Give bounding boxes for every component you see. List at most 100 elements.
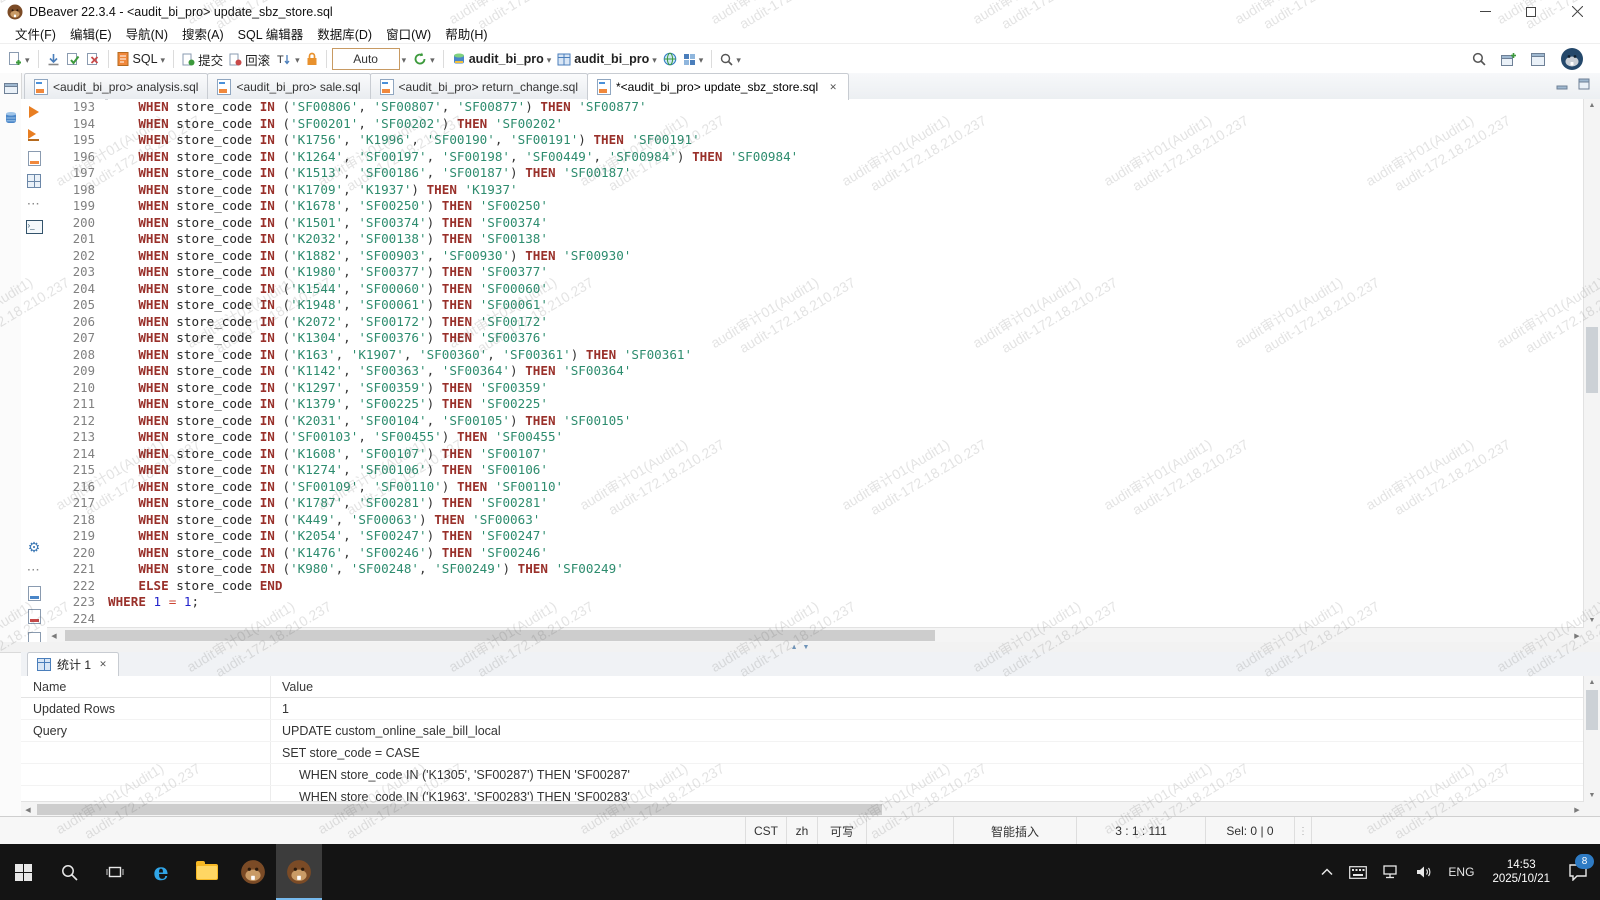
menu-item[interactable]: 导航(N)	[119, 24, 175, 43]
down-arrow-button[interactable]	[44, 51, 63, 68]
taskbar-search-button[interactable]	[46, 844, 92, 900]
maximize-editor-area-button[interactable]	[1578, 77, 1590, 95]
open-console-button[interactable]	[26, 219, 43, 235]
code-line[interactable]: WHEN store_code IN ('K1756', 'K1996', 'S…	[108, 132, 1583, 149]
file-explorer-button[interactable]	[184, 844, 230, 900]
code-line[interactable]: WHEN store_code IN ('K1948', 'SF00061') …	[108, 297, 1583, 314]
table-row[interactable]: SET store_code = CASE	[21, 742, 1584, 764]
menu-item[interactable]: 搜索(A)	[175, 24, 231, 43]
maximize-button[interactable]	[1508, 0, 1554, 23]
table-row[interactable]: WHEN store_code IN ('K1963', 'SF00283') …	[21, 786, 1584, 801]
table-row[interactable]: QueryUPDATE custom_online_sale_bill_loca…	[21, 720, 1584, 742]
editor-vertical-scrollbar[interactable]: ▲ ▼	[1583, 99, 1600, 627]
editor-tab[interactable]: <audit_bi_pro> sale.sql	[207, 73, 370, 99]
code-line[interactable]: WHEN store_code IN ('K163', 'K1907', 'SF…	[108, 347, 1583, 364]
touch-keyboard-icon[interactable]	[1341, 866, 1375, 879]
scroll-up-arrow-icon[interactable]: ▲	[1584, 676, 1600, 688]
result-name-cell[interactable]	[21, 742, 271, 763]
code-line[interactable]: WHEN store_code IN ('K1709', 'K1937') TH…	[108, 182, 1583, 199]
explain-plan-button[interactable]	[26, 150, 43, 166]
code-line[interactable]: WHEN store_code IN ('SF00201', 'SF00202'…	[108, 116, 1583, 133]
commit-button[interactable]: 提交	[179, 48, 226, 71]
statistics-tab-close-icon[interactable]	[97, 659, 109, 671]
action-center-button[interactable]: 8	[1560, 863, 1600, 881]
code-line[interactable]: WHEN store_code IN ('K2032', 'SF00138') …	[108, 231, 1583, 248]
result-name-cell[interactable]: Updated Rows	[21, 698, 271, 719]
scroll-left-arrow-icon[interactable]: ◀	[47, 628, 61, 643]
editor-tab[interactable]: <audit_bi_pro> analysis.sql	[24, 73, 208, 99]
code-line[interactable]: WHEN store_code IN ('K1304', 'SF00376') …	[108, 330, 1583, 347]
execute-statement-button[interactable]	[26, 104, 43, 120]
execute-script-button[interactable]	[26, 127, 43, 143]
code-line[interactable]: WHEN store_code IN ('K2031', 'SF00104', …	[108, 413, 1583, 430]
editor-tab[interactable]: *<audit_bi_pro> update_sbz_store.sql	[587, 73, 849, 100]
code-line[interactable]: WHEN store_code IN ('K1501', 'SF00374') …	[108, 215, 1583, 232]
minimize-button[interactable]	[1462, 0, 1508, 23]
schema-selector[interactable]: audit_bi_pro	[554, 48, 660, 70]
scroll-down-arrow-icon[interactable]: ▼	[1584, 614, 1600, 627]
lock-button[interactable]	[303, 50, 321, 68]
refresh-button[interactable]	[410, 48, 438, 70]
menu-item[interactable]: 帮助(H)	[438, 24, 494, 43]
code-line[interactable]: WHEN store_code IN ('K1678', 'SF00250') …	[108, 198, 1583, 215]
tray-chevron-up-icon[interactable]	[1313, 868, 1341, 876]
splitter-up-arrow-icon[interactable]: ▲	[791, 644, 798, 651]
menu-item[interactable]: 数据库(D)	[310, 24, 379, 43]
result-name-cell[interactable]: Query	[21, 720, 271, 741]
database-navigator-icon[interactable]	[5, 111, 17, 130]
rollback-icon-button[interactable]	[83, 50, 103, 68]
more-options-button[interactable]: ···	[26, 562, 43, 578]
menu-item[interactable]: 编辑(E)	[63, 24, 119, 43]
isolation-combo[interactable]: Auto	[332, 48, 400, 70]
code-line[interactable]: WHEN store_code IN ('K1608', 'SF00107') …	[108, 446, 1583, 463]
table-row[interactable]: Updated Rows1	[21, 698, 1584, 720]
statistics-tab[interactable]: 统计 1	[27, 652, 119, 676]
code-line[interactable]: WHEN store_code IN ('K1476', 'SF00246') …	[108, 545, 1583, 562]
results-vertical-scrollbar[interactable]: ▲ ▼	[1583, 676, 1600, 801]
code-line[interactable]: WHEN store_code IN ('K1544', 'SF00060') …	[108, 281, 1583, 298]
sql-code-editor[interactable]: WHEN store_code IN ('SF00806', 'SF00807'…	[108, 99, 1583, 627]
editor-vscroll-thumb[interactable]	[1586, 327, 1598, 393]
task-view-button[interactable]	[92, 844, 138, 900]
result-value-cell[interactable]: SET store_code = CASE	[271, 742, 1584, 763]
toolbar-search-button[interactable]	[717, 48, 744, 70]
editor-horizontal-scrollbar[interactable]: ◀ ▶	[47, 627, 1584, 643]
result-name-cell[interactable]	[21, 764, 271, 785]
code-line[interactable]	[108, 611, 1583, 628]
connection-selector[interactable]: audit_bi_pro	[449, 48, 555, 70]
code-line[interactable]: WHEN store_code IN ('K1787', 'SF00281') …	[108, 495, 1583, 512]
result-grid-button[interactable]	[26, 173, 43, 189]
export-log-button[interactable]	[26, 585, 43, 601]
code-line[interactable]: WHEN store_code IN ('K2072', 'SF00172') …	[108, 314, 1583, 331]
code-line[interactable]: WHEN store_code IN ('K1264', 'SF00197', …	[108, 149, 1583, 166]
close-button[interactable]	[1554, 0, 1600, 23]
new-object-button[interactable]	[5, 48, 33, 70]
code-line[interactable]: WHEN store_code IN ('K1379', 'SF00225') …	[108, 396, 1583, 413]
splitter-down-arrow-icon[interactable]: ▼	[803, 644, 810, 651]
code-line[interactable]: WHEN store_code IN ('K1513', 'SF00186', …	[108, 165, 1583, 182]
result-value-cell[interactable]: UPDATE custom_online_sale_bill_local	[271, 720, 1584, 741]
more-actions-button[interactable]: ···	[26, 196, 43, 212]
code-line[interactable]: WHERE 1 = 1;	[108, 594, 1583, 611]
results-column-value[interactable]: Value	[271, 676, 1584, 697]
taskbar-clock[interactable]: 14:53 2025/10/21	[1482, 858, 1560, 886]
results-horizontal-scrollbar[interactable]: ◀ ▶	[21, 801, 1584, 817]
volume-icon[interactable]	[1408, 865, 1440, 879]
scroll-down-arrow-icon[interactable]: ▼	[1584, 789, 1600, 801]
menu-item[interactable]: 文件(F)	[8, 24, 63, 43]
code-line[interactable]: WHEN store_code IN ('K1980', 'SF00377') …	[108, 264, 1583, 281]
edge-browser-button[interactable]: e	[138, 844, 184, 900]
language-indicator[interactable]: ENG	[1440, 865, 1482, 879]
dbeaver-menu-button[interactable]	[1557, 45, 1587, 73]
layout-grid-button[interactable]	[680, 48, 707, 70]
code-line[interactable]: WHEN store_code IN ('K2054', 'SF00247') …	[108, 528, 1583, 545]
scroll-right-arrow-icon[interactable]: ▶	[1570, 802, 1584, 817]
commit-icon-button[interactable]	[63, 50, 83, 68]
results-vscroll-thumb[interactable]	[1586, 690, 1598, 730]
result-value-cell[interactable]: 1	[271, 698, 1584, 719]
editor-tab[interactable]: <audit_bi_pro> return_change.sql	[370, 73, 588, 99]
code-line[interactable]: WHEN store_code IN ('K980', 'SF00248', '…	[108, 561, 1583, 578]
network-icon[interactable]	[1375, 865, 1408, 879]
dbeaver-taskbar-button[interactable]	[230, 844, 276, 900]
code-line[interactable]: WHEN store_code IN ('K1297', 'SF00359') …	[108, 380, 1583, 397]
